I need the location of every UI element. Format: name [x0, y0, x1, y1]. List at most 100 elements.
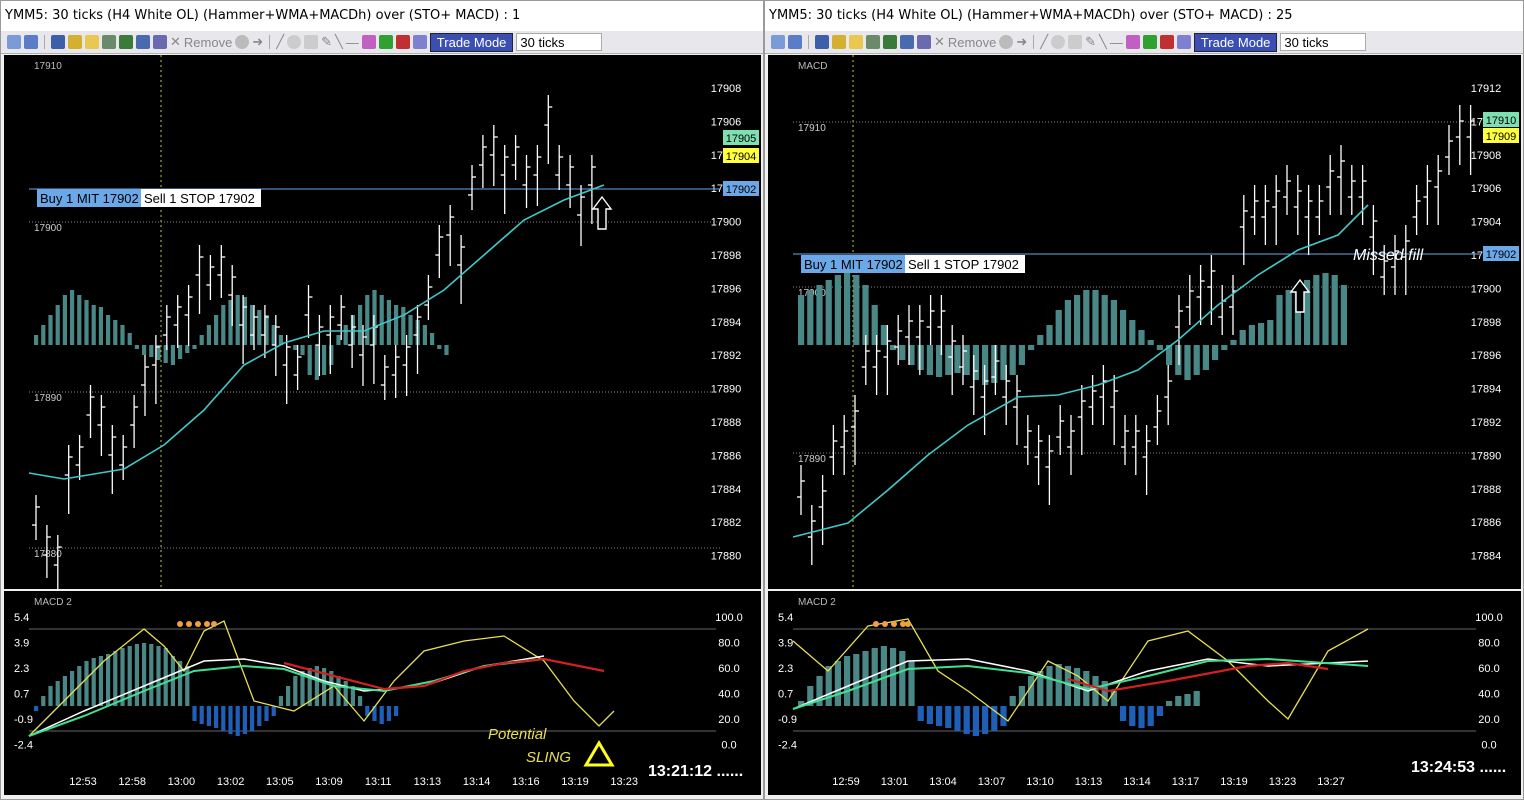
macd-hist-bar [293, 676, 298, 706]
buy-order-label[interactable]: Buy 1 MIT 17902 [40, 191, 139, 206]
draw-line-icon[interactable]: ╱ [276, 34, 284, 50]
indicator-panel[interactable]: 5.4 3.9 2.3 0.7 -0.9 -2.4 100.0 80.0 60.0 40.0 20.… [4, 591, 761, 767]
favorite-icon[interactable] [85, 35, 99, 49]
price-flag-label: 17904 [726, 151, 757, 163]
cursor-icon[interactable] [1176, 35, 1191, 49]
macd-hist-bar [358, 696, 363, 706]
ray-icon[interactable]: ╲ [1099, 34, 1107, 50]
remove-x-icon[interactable]: ✕ [934, 34, 945, 50]
pointer-icon[interactable] [771, 35, 785, 49]
macd-hist-bar [945, 706, 952, 728]
histogram-bar [127, 333, 132, 345]
missed-fill-annotation: Missed fill [1353, 247, 1424, 264]
list-icon[interactable] [153, 35, 167, 49]
properties-icon[interactable] [136, 35, 150, 49]
histogram-bar [314, 345, 319, 380]
magnify-plus-icon[interactable] [378, 35, 393, 49]
data-box-icon[interactable] [102, 35, 116, 49]
cursor-icon[interactable] [412, 35, 427, 49]
price-tick-label: 17894 [711, 317, 742, 329]
rectangle-icon[interactable] [1068, 35, 1083, 49]
histogram-bar [379, 295, 384, 345]
price-tick-label: 17906 [711, 116, 742, 128]
horizontal-line-icon[interactable]: — [346, 35, 359, 50]
histogram-bar [106, 315, 111, 345]
pen-icon[interactable]: ✎ [1085, 34, 1096, 50]
overbought-dot [891, 621, 897, 627]
sell-order-label[interactable]: Sell 1 STOP 17902 [908, 257, 1019, 272]
star-icon[interactable] [832, 35, 846, 49]
histogram-bar [853, 275, 860, 345]
arrow-right-icon[interactable]: ➜ [252, 34, 263, 50]
zoom-icon[interactable] [235, 35, 250, 49]
histogram-bar [1083, 290, 1090, 345]
list-icon[interactable] [917, 35, 931, 49]
histogram-bar [77, 295, 82, 345]
save-icon[interactable] [51, 35, 65, 49]
pointer-icon[interactable] [7, 35, 21, 49]
price-tick-label: 17898 [711, 250, 742, 262]
rectangle-icon[interactable] [304, 35, 319, 49]
trade-mode-button[interactable]: Trade Mode [1193, 32, 1278, 52]
time-label: 13:27 [1317, 776, 1345, 788]
crosshair-icon[interactable] [788, 35, 802, 49]
templates-icon[interactable] [883, 35, 897, 49]
overbought-dot [186, 621, 192, 627]
indicator-icon[interactable] [1125, 35, 1140, 49]
histogram-bar [98, 307, 103, 345]
favorite-icon[interactable] [849, 35, 863, 49]
macd-tick-label: 3.9 [14, 638, 29, 650]
ray-icon[interactable]: ╲ [335, 34, 343, 50]
indicator-panel[interactable]: 5.4 3.9 2.3 0.7 -0.9 -2.4 100.0 80.0 60.0 40.0 20.… [768, 591, 1521, 767]
time-label: 13:14 [463, 776, 491, 788]
price-panel[interactable]: 17912 17910 17908 17906 17904 17902 17900 17898… [768, 55, 1521, 589]
price-chart[interactable]: 17908 17906 17904 17902 17900 17898 17896 17894… [4, 55, 761, 596]
ellipse-icon[interactable] [1051, 35, 1066, 49]
histogram-bar [1276, 295, 1283, 345]
time-label: 13:11 [365, 776, 392, 788]
data-box-icon[interactable] [866, 35, 880, 49]
zoom-icon[interactable] [999, 35, 1014, 49]
macd-hist-bar [228, 706, 233, 734]
indicator-icon[interactable] [361, 35, 376, 49]
properties-icon[interactable] [900, 35, 914, 49]
magnify-minus-icon[interactable] [1159, 35, 1174, 49]
macd-chart[interactable]: 5.4 3.9 2.3 0.7 -0.9 -2.4 100.0 80.0 60.0 40.0 20.… [4, 591, 761, 767]
remove-button[interactable]: Remove [948, 35, 996, 50]
remove-x-icon[interactable]: ✕ [170, 34, 181, 50]
arrow-right-icon[interactable]: ➜ [1016, 34, 1027, 50]
horizontal-line-icon[interactable]: — [1110, 35, 1123, 50]
save-icon[interactable] [815, 35, 829, 49]
price-panel[interactable]: 17908 17906 17904 17902 17900 17898 17896 17894… [4, 55, 761, 596]
magnify-minus-icon[interactable] [395, 35, 410, 49]
remove-button[interactable]: Remove [184, 35, 232, 50]
stoch-tick-label: 20.0 [1478, 714, 1499, 726]
price-flag-label: 17902 [1486, 249, 1517, 261]
interval-select[interactable]: 30 ticks [1280, 33, 1367, 51]
price-flag-label: 17910 [1486, 115, 1517, 127]
histogram-bar [113, 320, 118, 345]
magnify-plus-icon[interactable] [1142, 35, 1157, 49]
macd-hist-bar [120, 648, 125, 706]
star-icon[interactable] [68, 35, 82, 49]
buy-order-label[interactable]: Buy 1 MIT 17902 [804, 257, 903, 272]
draw-line-icon[interactable]: ╱ [1040, 34, 1048, 50]
time-label: 13:01 [881, 776, 909, 788]
macd-hist-bar [134, 644, 139, 706]
trade-mode-button[interactable]: Trade Mode [429, 32, 514, 52]
price-tick-label: 17894 [1471, 384, 1502, 396]
macd-hist-bar [1028, 676, 1035, 706]
macd-hist-bar [834, 661, 841, 706]
templates-icon[interactable] [119, 35, 133, 49]
histogram-bar [1101, 295, 1108, 345]
crosshair-icon[interactable] [24, 35, 38, 49]
interval-select[interactable]: 30 ticks [516, 33, 603, 51]
macd-tick-label: 2.3 [14, 663, 29, 675]
macd-chart[interactable]: 5.4 3.9 2.3 0.7 -0.9 -2.4 100.0 80.0 60.0 40.0 20.… [768, 591, 1521, 767]
price-chart[interactable]: 17912 17910 17908 17906 17904 17902 17900 17898… [768, 55, 1521, 589]
ellipse-icon[interactable] [287, 35, 302, 49]
histogram-bar [394, 305, 399, 345]
histogram-bar [1285, 290, 1292, 345]
pen-icon[interactable]: ✎ [321, 34, 332, 50]
sell-order-label[interactable]: Sell 1 STOP 17902 [144, 191, 255, 206]
